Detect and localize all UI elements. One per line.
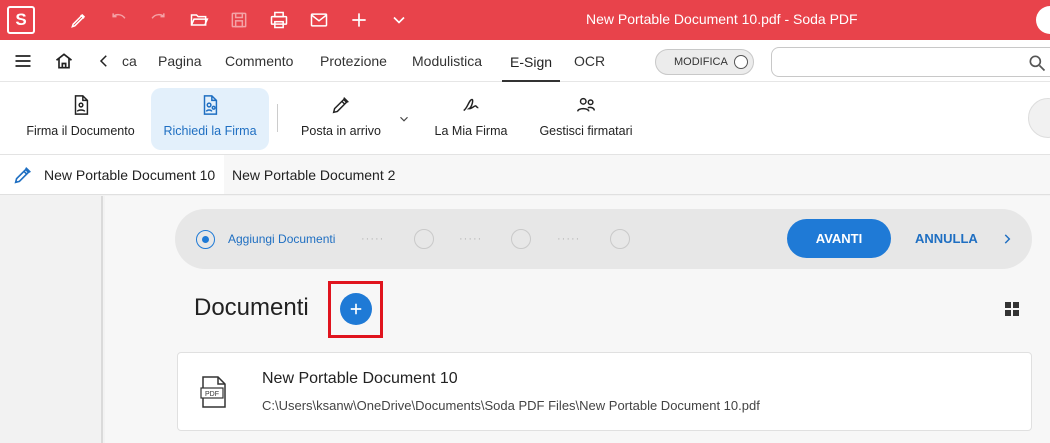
- pen-icon: [14, 167, 31, 184]
- step-active-radio: [196, 230, 215, 249]
- e-sign-ribbon: Firma il Documento Richiedi la Firma Pos…: [0, 82, 1050, 155]
- hamburger-menu-icon[interactable]: [12, 50, 34, 72]
- my-signature-button[interactable]: La Mia Firma: [427, 88, 515, 150]
- request-signature-label: Richiedi la Firma: [163, 124, 257, 138]
- inbox-label: Posta in arrivo: [301, 124, 381, 138]
- cancel-button[interactable]: ANNULLA: [915, 231, 978, 246]
- tab-ocr[interactable]: OCR: [574, 53, 605, 69]
- step-label: Aggiungi Documenti: [228, 232, 336, 246]
- document-card[interactable]: [177, 352, 1032, 431]
- plus-icon: [350, 303, 362, 315]
- undo-icon[interactable]: [107, 8, 131, 32]
- tab-modulistica[interactable]: Modulistica: [412, 53, 482, 69]
- doc-tab-label: New Portable Document 10: [44, 166, 216, 183]
- request-signature-icon: [203, 95, 218, 115]
- step-circle: [610, 229, 630, 249]
- documents-heading: Documenti: [194, 294, 309, 321]
- chevron-right-icon[interactable]: [1000, 232, 1014, 246]
- next-button[interactable]: AVANTI: [787, 219, 891, 258]
- search-icon[interactable]: [1027, 53, 1047, 73]
- ribbon-more-button[interactable]: [1028, 98, 1050, 138]
- app-logo[interactable]: S: [7, 6, 35, 34]
- scroll-left-icon[interactable]: [93, 50, 115, 72]
- home-icon[interactable]: [53, 50, 75, 72]
- manage-signers-button[interactable]: Gestisci firmatari: [531, 88, 641, 150]
- step-connector: ·····: [557, 233, 581, 245]
- my-signature-label: La Mia Firma: [434, 124, 508, 138]
- step-circle: [511, 229, 531, 249]
- menu-bar: ca Pagina Commento Protezione Modulistic…: [0, 40, 1050, 82]
- signers-icon: [577, 97, 595, 112]
- add-document-button[interactable]: [340, 293, 372, 325]
- manage-signers-label: Gestisci firmatari: [539, 124, 633, 138]
- sign-document-icon: [74, 95, 88, 115]
- user-avatar[interactable]: [1036, 6, 1050, 34]
- sign-document-button[interactable]: Firma il Documento: [18, 88, 143, 150]
- tab-partial[interactable]: ca: [122, 53, 137, 69]
- doc-tab[interactable]: New Portable Document 2: [232, 155, 395, 194]
- sign-document-label: Firma il Documento: [26, 124, 135, 138]
- doc-tab-active[interactable]: New Portable Document 10: [0, 155, 224, 194]
- step-circle: [414, 229, 434, 249]
- inbox-pen-icon: [332, 97, 349, 114]
- step-connector: ·····: [361, 233, 385, 245]
- plus-icon[interactable]: [347, 8, 371, 32]
- inbox-dropdown-chevron-icon[interactable]: [397, 112, 411, 126]
- tab-protezione[interactable]: Protezione: [320, 53, 387, 69]
- pen-icon[interactable]: [67, 8, 91, 32]
- inbox-button[interactable]: Posta in arrivo: [292, 88, 390, 150]
- title-bar: S New Portable Document 10.pdf - Soda PD…: [0, 0, 1050, 40]
- grid-view-icon[interactable]: [1005, 302, 1019, 316]
- search-input[interactable]: [771, 47, 1050, 77]
- open-folder-icon[interactable]: [187, 8, 211, 32]
- toggle-knob: [734, 55, 748, 69]
- chevron-down-icon[interactable]: [387, 8, 411, 32]
- step-connector: ·····: [459, 233, 483, 245]
- left-panel: [0, 196, 103, 443]
- modifica-label: MODIFICA: [674, 56, 728, 68]
- request-signature-button[interactable]: Richiedi la Firma: [151, 88, 269, 150]
- save-icon[interactable]: [227, 8, 251, 32]
- document-tabs: New Portable Document 10 New Portable Do…: [0, 155, 1050, 195]
- pdf-icon-text: PDF: [205, 391, 219, 398]
- print-icon[interactable]: [267, 8, 291, 32]
- tab-pagina[interactable]: Pagina: [158, 53, 202, 69]
- tab-commento[interactable]: Commento: [225, 53, 293, 69]
- window-title: New Portable Document 10.pdf - Soda PDF: [586, 11, 858, 27]
- pdf-file-icon: PDF: [200, 376, 226, 408]
- signature-icon: [463, 98, 479, 112]
- document-path: C:\Users\ksanw\OneDrive\Documents\Soda P…: [262, 398, 760, 413]
- redo-icon[interactable]: [146, 8, 170, 32]
- tab-e-sign[interactable]: E-Sign: [502, 42, 561, 82]
- mail-icon[interactable]: [307, 8, 331, 32]
- document-name: New Portable Document 10: [262, 370, 458, 387]
- ribbon-separator: [277, 104, 278, 132]
- modifica-toggle[interactable]: MODIFICA: [655, 49, 754, 75]
